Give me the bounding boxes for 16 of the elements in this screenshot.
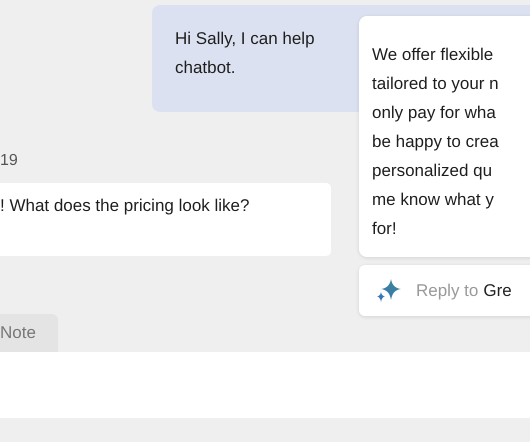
timestamp: 19 <box>0 152 18 171</box>
suggestion-text: be happy to crea <box>372 131 499 153</box>
suggestion-text: tailored to your n <box>372 73 499 95</box>
reply-button[interactable]: Reply to Gre <box>359 265 530 316</box>
suggestion-text: me know what y <box>372 189 494 211</box>
recipient-name: Gre <box>483 280 512 300</box>
suggestion-text: for! <box>372 218 397 240</box>
reply-label: Reply to <box>416 280 478 300</box>
message-text: chatbot. <box>175 57 236 79</box>
composer-tab[interactable]: Note <box>0 314 58 352</box>
composer-field[interactable] <box>0 352 530 418</box>
suggestion-text: We offer flexible <box>372 44 494 66</box>
suggestion-text: only pay for wha <box>372 102 496 124</box>
message-text: ! What does the pricing look like? <box>0 196 250 216</box>
message-text: Hi Sally, I can help <box>175 28 315 50</box>
suggestion-text: personalized qu <box>372 160 492 182</box>
